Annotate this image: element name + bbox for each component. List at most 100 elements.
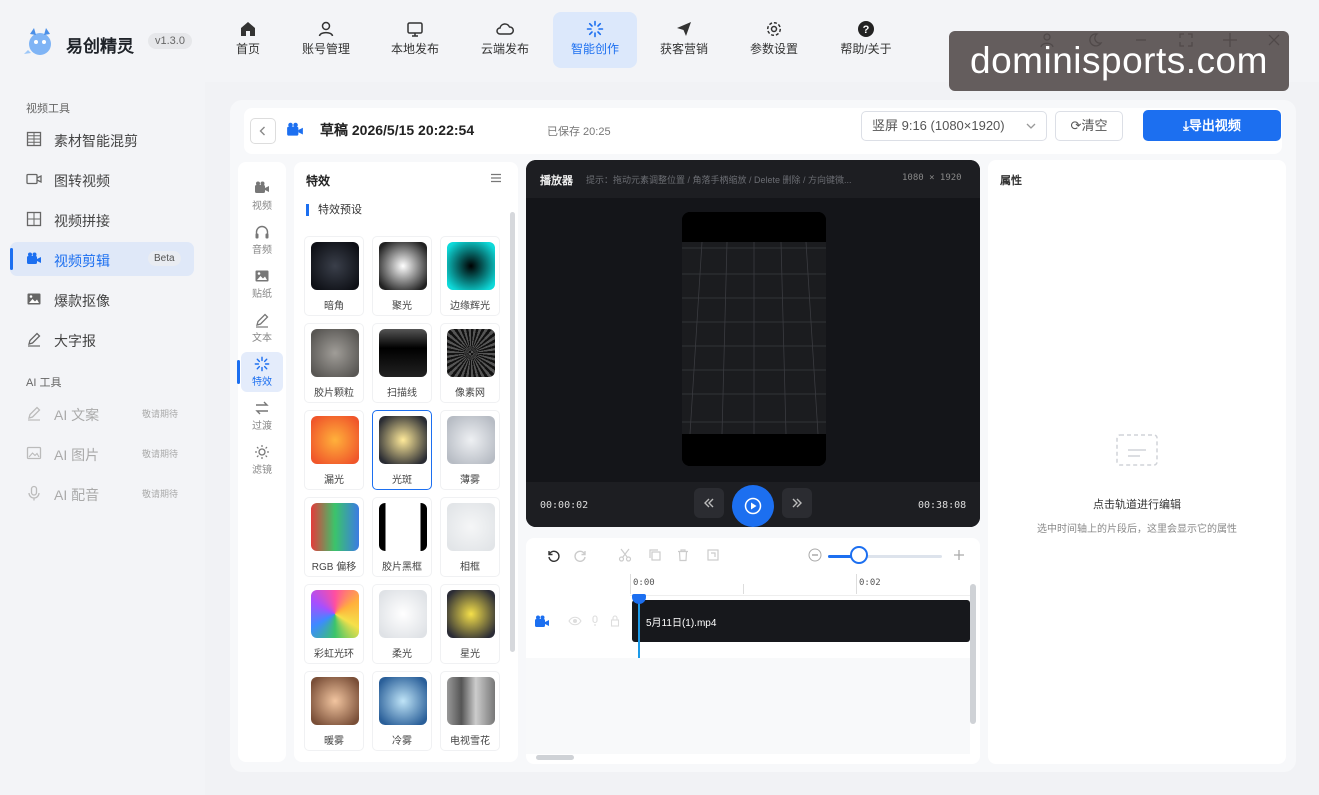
tool-filter[interactable]: 滤镜 bbox=[241, 440, 283, 480]
sidebar-item-big-poster[interactable]: 大字报 bbox=[10, 322, 194, 356]
effect-thumbnail bbox=[379, 590, 427, 638]
tool-audio[interactable]: 音频 bbox=[241, 220, 283, 260]
nav-cloud-publish[interactable]: 云端发布 bbox=[465, 12, 545, 68]
properties-empty-subtitle: 选中时间轴上的片段后，这里会显示它的属性 bbox=[1037, 524, 1237, 535]
nav-home[interactable]: 首页 bbox=[208, 12, 288, 68]
sidebar-item-smart-mix[interactable]: 素材智能混剪 bbox=[10, 122, 194, 156]
effect-card[interactable]: 光斑 bbox=[372, 410, 432, 490]
split-button[interactable] bbox=[618, 548, 634, 564]
effect-name: 扫描线 bbox=[387, 388, 417, 399]
eye-icon[interactable] bbox=[568, 615, 582, 627]
effect-thumbnail bbox=[311, 416, 359, 464]
undo-icon bbox=[548, 550, 560, 562]
effects-preset-heading: 特效预设 bbox=[306, 204, 362, 216]
effect-card[interactable]: 冷雾 bbox=[372, 671, 432, 751]
effect-card[interactable]: 像素网 bbox=[440, 323, 500, 403]
video-track-header bbox=[526, 598, 630, 644]
play-button[interactable] bbox=[732, 485, 774, 527]
effect-card[interactable]: 彩虹光环 bbox=[304, 584, 364, 664]
camera-icon bbox=[534, 614, 550, 630]
zoom-in-button[interactable] bbox=[952, 548, 966, 562]
effect-thumbnail bbox=[311, 242, 359, 290]
effect-thumbnail bbox=[311, 677, 359, 725]
effect-card[interactable]: 漏光 bbox=[304, 410, 364, 490]
effect-thumbnail bbox=[447, 242, 495, 290]
effect-card[interactable]: 电视雪花 bbox=[440, 671, 500, 751]
effect-card[interactable]: 暖雾 bbox=[304, 671, 364, 751]
lock-icon[interactable] bbox=[610, 615, 620, 627]
camera-icon bbox=[286, 121, 304, 139]
nav-help[interactable]: ? 帮助/关于 bbox=[826, 12, 906, 68]
scissors-icon bbox=[618, 548, 632, 562]
empty-selection-icon bbox=[1114, 432, 1160, 468]
effect-card[interactable]: 暗角 bbox=[304, 236, 364, 316]
pen-icon bbox=[28, 332, 41, 347]
tool-sticker[interactable]: 贴纸 bbox=[241, 264, 283, 304]
nav-smart-create[interactable]: 智能创作 bbox=[553, 12, 637, 68]
effects-scrollbar[interactable] bbox=[510, 212, 515, 652]
effect-card[interactable]: RGB 偏移 bbox=[304, 497, 364, 577]
help-icon: ? bbox=[858, 21, 874, 37]
redo-button[interactable] bbox=[574, 548, 590, 564]
effect-card[interactable]: 星光 bbox=[440, 584, 500, 664]
gear-icon bbox=[766, 21, 782, 37]
aspect-ratio-select[interactable]: 竖屏 9:16 (1080×1920) bbox=[861, 111, 1047, 141]
menu-button[interactable] bbox=[490, 172, 502, 184]
export-video-button[interactable]: ⤓导出视频 bbox=[1143, 110, 1281, 141]
effect-name: 彩虹光环 bbox=[314, 649, 354, 660]
sidebar: 视频工具 素材智能混剪 图转视频 视频拼接 视频剪辑 Beta 爆款抠像 大字报… bbox=[0, 82, 205, 795]
copy-icon bbox=[649, 549, 661, 561]
effect-card[interactable]: 胶片颗粒 bbox=[304, 323, 364, 403]
sidebar-item-image-to-video[interactable]: 图转视频 bbox=[10, 162, 194, 196]
nav-marketing[interactable]: 获客营销 bbox=[644, 12, 724, 68]
sparkle-icon bbox=[254, 356, 270, 372]
image-icon bbox=[26, 446, 42, 460]
ruler-tick bbox=[743, 584, 744, 594]
mute-icon[interactable] bbox=[590, 615, 600, 627]
draft-title[interactable]: 草稿 2026/5/15 20:22:54 bbox=[320, 120, 474, 140]
effect-card[interactable]: 柔光 bbox=[372, 584, 432, 664]
effect-card[interactable]: 薄雾 bbox=[440, 410, 500, 490]
tool-effects[interactable]: 特效 bbox=[237, 352, 283, 392]
effect-card[interactable]: 胶片黑框 bbox=[372, 497, 432, 577]
undo-button[interactable] bbox=[546, 548, 562, 564]
refresh-icon: ⟳ bbox=[1070, 118, 1082, 133]
trash-icon bbox=[678, 549, 688, 562]
ruler-label: 0:02 bbox=[859, 578, 881, 588]
effect-card[interactable]: 扫描线 bbox=[372, 323, 432, 403]
sidebar-item-matting[interactable]: 爆款抠像 bbox=[10, 282, 194, 316]
nav-local-publish[interactable]: 本地发布 bbox=[375, 12, 455, 68]
chevron-left-icon bbox=[259, 126, 265, 136]
video-canvas[interactable] bbox=[682, 212, 826, 466]
back-button[interactable] bbox=[250, 118, 276, 144]
sidebar-item-video-edit[interactable]: 视频剪辑 Beta bbox=[10, 242, 194, 276]
effect-name: 星光 bbox=[460, 649, 480, 660]
timeline-vertical-scrollbar[interactable] bbox=[970, 584, 976, 724]
time-ruler[interactable]: 0:00 0:02 bbox=[630, 574, 970, 596]
image-icon bbox=[255, 270, 269, 282]
rewind-button[interactable] bbox=[694, 488, 724, 518]
nav-accounts[interactable]: 账号管理 bbox=[286, 12, 366, 68]
video-clip[interactable]: 5月11日(1).mp4 bbox=[632, 600, 970, 642]
crop-button[interactable] bbox=[706, 548, 722, 564]
tool-transition[interactable]: 过渡 bbox=[241, 396, 283, 436]
tool-video[interactable]: 视频 bbox=[241, 176, 283, 216]
effect-name: 边缘辉光 bbox=[450, 301, 490, 312]
effect-card[interactable]: 边缘辉光 bbox=[440, 236, 500, 316]
player-tip: 提示：拖动元素调整位置 / 角落手柄缩放 / Delete 删除 / 方向键微.… bbox=[586, 175, 852, 185]
effect-name: 聚光 bbox=[392, 301, 412, 312]
effect-card[interactable]: 相框 bbox=[440, 497, 500, 577]
tool-text[interactable]: 文本 bbox=[241, 308, 283, 348]
zoom-slider-handle[interactable] bbox=[850, 546, 868, 564]
fast-forward-button[interactable] bbox=[782, 488, 812, 518]
nav-settings[interactable]: 参数设置 bbox=[734, 12, 814, 68]
copy-button[interactable] bbox=[648, 548, 664, 564]
section-video-tools: 视频工具 bbox=[26, 103, 70, 115]
delete-button[interactable] bbox=[676, 548, 692, 564]
sidebar-item-video-merge[interactable]: 视频拼接 bbox=[10, 202, 194, 236]
sidebar-item-ai-image: AI 图片 敬请期待 bbox=[10, 436, 194, 470]
effect-card[interactable]: 聚光 bbox=[372, 236, 432, 316]
zoom-out-button[interactable] bbox=[808, 548, 822, 562]
clear-button[interactable]: ⟳清空 bbox=[1055, 111, 1123, 141]
timeline-horizontal-scrollbar[interactable] bbox=[536, 755, 574, 760]
